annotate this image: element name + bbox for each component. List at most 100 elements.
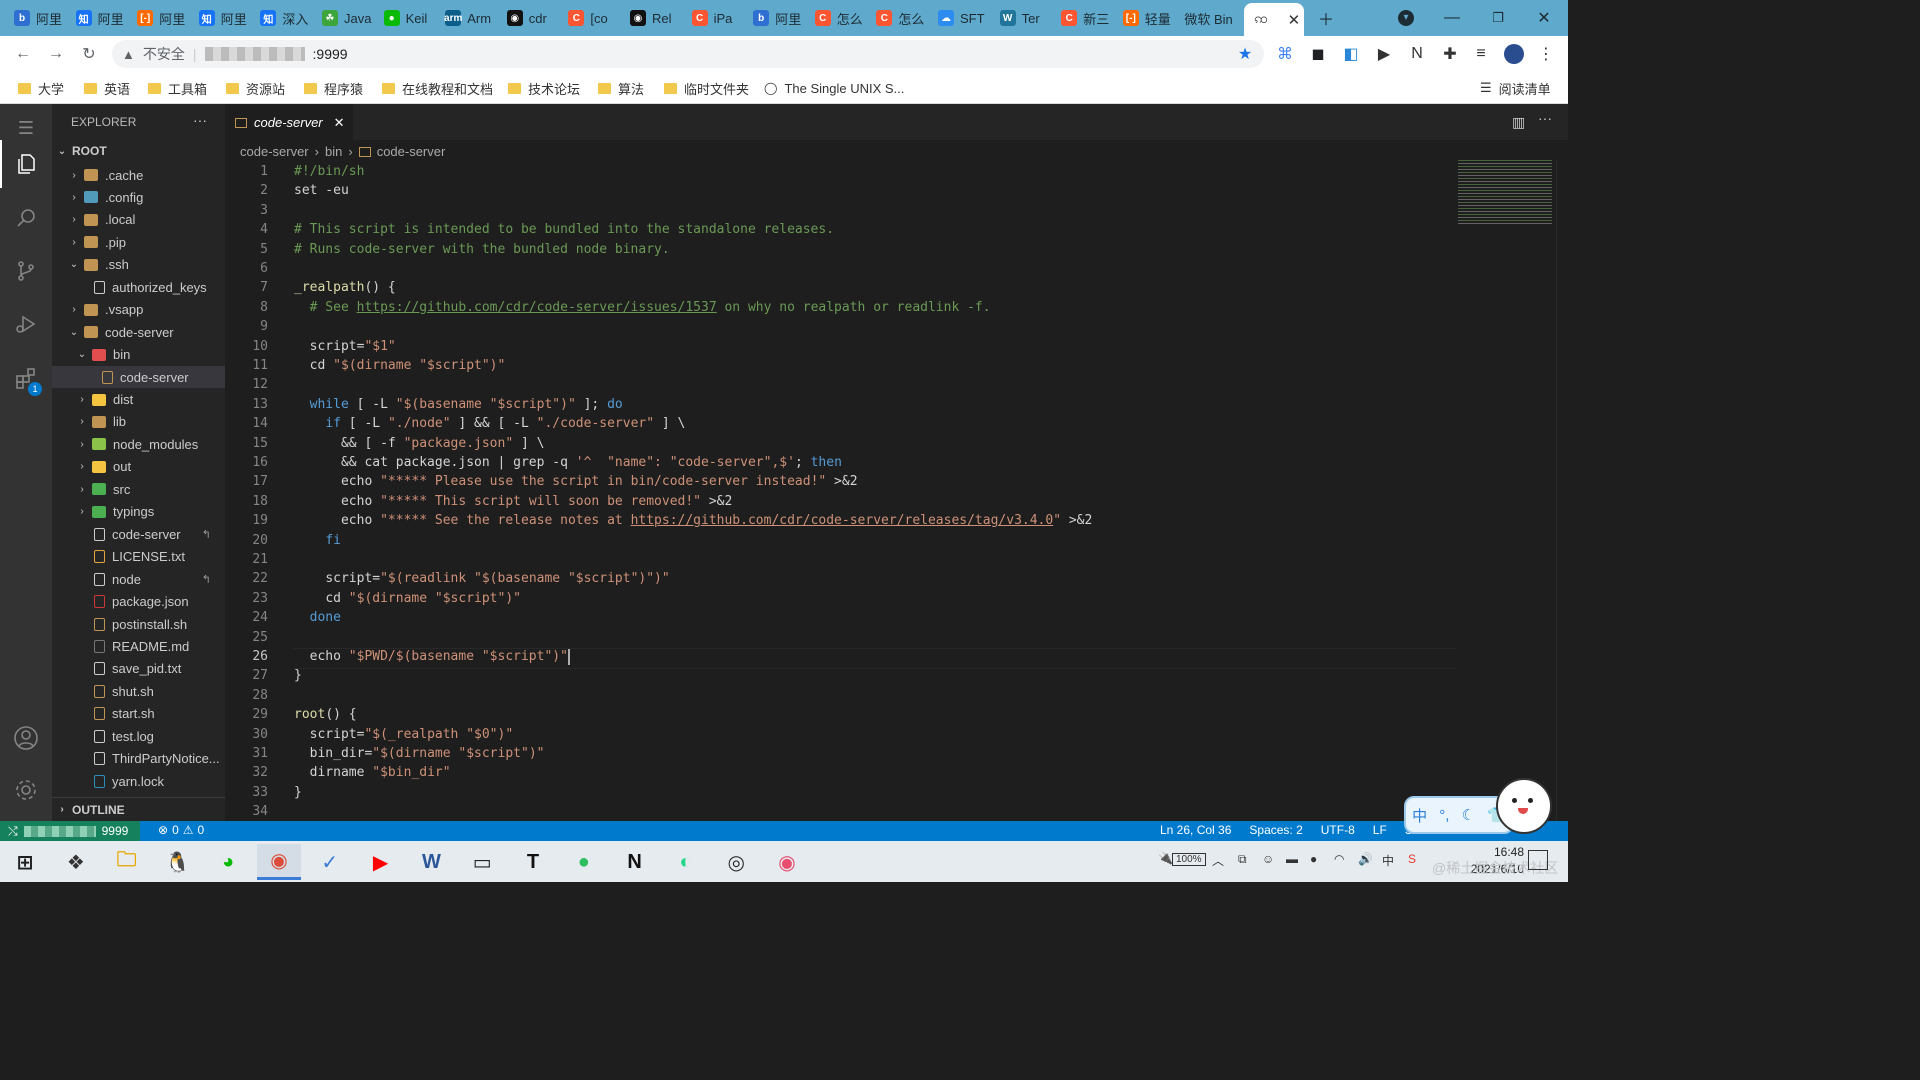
code-line[interactable]: 23 cd "$(dirname "$script")" — [240, 589, 1440, 608]
code-line[interactable]: 10 script="$1" — [240, 337, 1440, 356]
browser-tab[interactable]: [-] 阿里 — [133, 5, 191, 31]
tree-file[interactable]: code-server ↰ — [52, 523, 225, 545]
start-icon[interactable]: ⊞ — [3, 844, 47, 880]
battery-indicator[interactable]: 100% — [1172, 853, 1206, 866]
source-control-icon[interactable] — [0, 247, 52, 295]
browser-tab[interactable]: C 怎么 — [872, 5, 930, 31]
tray-expand-icon[interactable]: ︿ — [1212, 852, 1224, 869]
end-of-line[interactable]: LF — [1373, 823, 1387, 837]
tree-file[interactable]: code-server — [52, 366, 225, 389]
bookmark-item[interactable]: 程序猿 — [304, 79, 363, 97]
close-icon[interactable]: ✕ — [334, 115, 345, 131]
bookmark-item[interactable]: 工具箱 — [148, 79, 207, 97]
code-line[interactable]: 12 — [240, 375, 1440, 394]
code-line[interactable]: 20 fi — [240, 531, 1440, 550]
root-section[interactable]: ⌄ ROOT — [56, 144, 107, 158]
code-line[interactable]: 2 set -eu — [240, 181, 1440, 200]
sogou-icon[interactable]: S — [1408, 852, 1416, 866]
tree-file[interactable]: ThirdPartyNotice... — [52, 748, 225, 770]
code-line[interactable]: 18 echo "***** This script will soon be … — [240, 492, 1440, 511]
tree-folder[interactable]: › .cache — [52, 164, 225, 186]
tree-file[interactable]: package.json — [52, 591, 225, 613]
code-line[interactable]: 30 script="$(_realpath "$0")" — [240, 725, 1440, 744]
code-line[interactable]: 3 — [240, 201, 1440, 220]
tree-file[interactable]: LICENSE.txt — [52, 546, 225, 568]
explorer-more-icon[interactable]: ··· — [193, 112, 207, 128]
browser-tab[interactable]: 知深入 — [256, 5, 314, 31]
minimize-icon[interactable]: — — [1440, 6, 1464, 30]
power-icon[interactable]: 🔌 — [1158, 851, 1173, 865]
tree-file[interactable]: postinstall.sh — [52, 613, 225, 635]
pycharm-icon[interactable]: ◐ — [663, 844, 707, 880]
browser-tab[interactable]: arm Arm — [441, 5, 499, 31]
wechat-icon[interactable]: ◕ — [206, 844, 250, 880]
browser-tab[interactable]: ◉ cdr — [503, 5, 561, 31]
media-control-icon[interactable]: ≡ — [1470, 43, 1492, 65]
split-editor-icon[interactable]: ▥ — [1512, 114, 1525, 131]
bookmark-item[interactable]: 资源站 — [226, 79, 285, 97]
browser-tab[interactable]: W Ter — [996, 5, 1054, 31]
bookmark-item[interactable]: 大学 — [18, 79, 64, 97]
code-line[interactable]: 6 — [240, 259, 1440, 278]
code-line[interactable]: 22 script="$(readlink "$(basename "$scri… — [240, 569, 1440, 588]
code-line[interactable]: 5 # Runs code-server with the bundled nod… — [240, 240, 1440, 259]
encoding[interactable]: UTF-8 — [1321, 823, 1355, 837]
code-line[interactable]: 24 done — [240, 608, 1440, 627]
tray-app-icon[interactable]: ⧉ — [1238, 852, 1247, 867]
typora-icon[interactable]: T — [511, 844, 555, 880]
code-line[interactable]: 16 && cat package.json | grep -q '^ "nam… — [240, 453, 1440, 472]
tree-folder[interactable]: › .pip — [52, 231, 225, 253]
bookmark-item[interactable]: ◯ The Single UNIX S... — [764, 79, 904, 97]
code-line[interactable]: 1 #!/bin/sh — [240, 162, 1440, 181]
code-line[interactable]: 13 while [ -L "$(basename "$script")" ];… — [240, 395, 1440, 414]
tree-folder[interactable]: › out — [52, 456, 225, 478]
bookmark-item[interactable]: 技术论坛 — [508, 79, 580, 97]
code-line[interactable]: 28 — [240, 686, 1440, 705]
terminal-icon[interactable]: ▭ — [460, 844, 504, 880]
tree-file[interactable]: shut.sh — [52, 680, 225, 702]
problems-indicator[interactable]: ⊗ 0 ⚠ 0 — [158, 823, 204, 837]
chrome-icon[interactable]: ◉ — [257, 844, 301, 880]
tree-file[interactable]: authorized_keys — [52, 276, 225, 298]
code-line[interactable]: 26 echo "$PWD/$(basename "$script")" — [240, 647, 1440, 666]
tree-file[interactable]: test.log — [52, 725, 225, 747]
bookmark-item[interactable]: 英语 — [84, 79, 130, 97]
code-line[interactable]: 34 — [240, 802, 1440, 821]
translate-icon[interactable]: ⌘ — [1274, 43, 1296, 65]
tree-folder[interactable]: › dist — [52, 389, 225, 411]
todo-icon[interactable]: ✓ — [308, 844, 352, 880]
code-line[interactable]: 17 echo "***** Please use the script in … — [240, 472, 1440, 491]
code-line[interactable]: 27} — [240, 666, 1440, 685]
tree-folder[interactable]: › src — [52, 478, 225, 500]
code-line[interactable]: 29 root() { — [240, 705, 1440, 724]
tree-folder[interactable]: › .vsapp — [52, 299, 225, 321]
code-line[interactable]: 7 _realpath() { — [240, 278, 1440, 297]
browser-tab-active[interactable]: ꩡ ✕ — [1244, 3, 1304, 36]
reading-list[interactable]: ☰ 阅读清单 — [1480, 79, 1551, 97]
tree-file[interactable]: start.sh — [52, 703, 225, 725]
word-icon[interactable]: W — [409, 844, 453, 880]
tree-file[interactable]: node ↰ — [52, 568, 225, 590]
extension-notion-icon[interactable]: N — [1406, 43, 1428, 65]
tree-folder[interactable]: ⌄ bin — [52, 344, 225, 366]
obs-icon[interactable]: ◎ — [714, 844, 758, 880]
browser-tab[interactable]: [-] 轻量 — [1119, 5, 1177, 31]
evernote-icon[interactable]: ● — [562, 844, 606, 880]
extension-mask-icon[interactable]: ◼ — [1307, 43, 1329, 65]
explorer-icon[interactable] — [0, 140, 52, 188]
code-line[interactable]: 11 cd "$(dirname "$script")" — [240, 356, 1440, 375]
wifi-icon[interactable]: ◠ — [1334, 852, 1344, 866]
tray-cat-icon[interactable]: ☺ — [1262, 852, 1274, 866]
browser-tab[interactable]: CiPa — [688, 5, 746, 31]
extension-d-icon[interactable]: ◧ — [1340, 43, 1362, 65]
minimap[interactable] — [1458, 160, 1552, 226]
tree-file[interactable]: README.md — [52, 635, 225, 657]
code-line[interactable]: 14 if [ -L "./node" ] && [ -L "./code-se… — [240, 414, 1440, 433]
ime-mascot-icon[interactable] — [1496, 778, 1552, 834]
indentation[interactable]: Spaces: 2 — [1249, 823, 1302, 837]
bookmark-star-icon[interactable]: ★ — [1234, 43, 1256, 65]
tree-folder[interactable]: › .config — [52, 186, 225, 208]
code-line[interactable]: 25 — [240, 628, 1440, 647]
forward-icon[interactable]: → — [45, 43, 67, 65]
browser-tab[interactable]: C 新三 — [1057, 5, 1115, 31]
